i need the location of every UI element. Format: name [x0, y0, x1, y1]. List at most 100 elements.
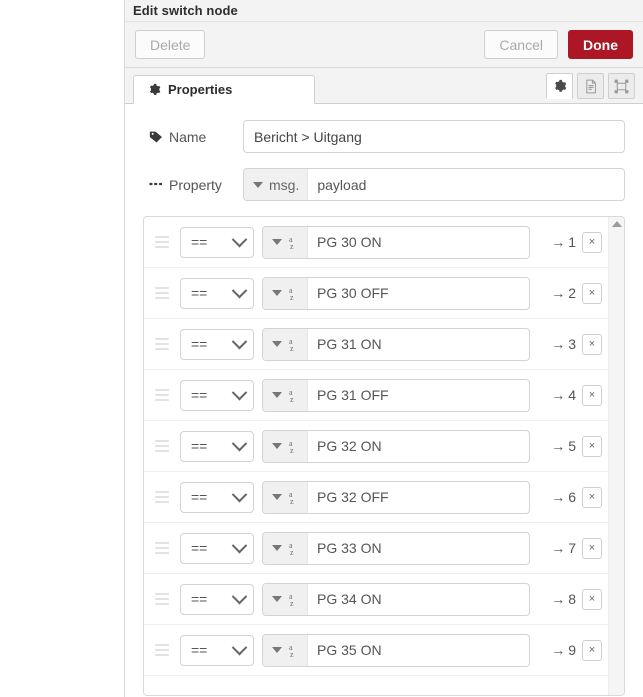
- rule-value-type-selector[interactable]: az: [263, 481, 308, 513]
- rule-value-type-selector[interactable]: az: [263, 430, 308, 462]
- chevron-down-icon: [272, 443, 282, 449]
- rule-operator-select[interactable]: ==: [180, 583, 254, 615]
- chevron-down-icon: [231, 435, 248, 451]
- string-az-icon: az: [289, 540, 294, 557]
- rule-value-typed-input[interactable]: a z PG 30 ON: [262, 225, 530, 259]
- rule-value-type-selector[interactable]: az: [263, 379, 308, 411]
- rule-value-typed-input[interactable]: a z PG 31 OFF: [262, 378, 530, 412]
- property-label: Property: [143, 177, 243, 193]
- dialog-form-body: Name Property: [125, 104, 643, 201]
- scroll-up-arrow-icon[interactable]: [611, 221, 622, 227]
- property-type-selector[interactable]: msg.: [244, 169, 309, 200]
- rule-delete-button[interactable]: ×: [582, 231, 602, 253]
- chevron-down-icon: [231, 282, 248, 298]
- rule-drag-handle[interactable]: [152, 491, 174, 503]
- string-az-icon: az: [289, 591, 294, 608]
- rule-row: == a z PG 31 OFF → 4 ×: [144, 370, 608, 421]
- rule-row: == a z PG 35 ON → 9 ×: [144, 625, 608, 676]
- rule-value-text[interactable]: PG 35 ON: [308, 635, 529, 666]
- rule-value-type-selector[interactable]: az: [263, 583, 308, 615]
- dialog-titlebar: Edit switch node: [125, 0, 643, 22]
- rule-operator-select[interactable]: ==: [180, 226, 254, 258]
- rule-value-typed-input[interactable]: a z PG 32 ON: [262, 429, 530, 463]
- rule-operator-label: ==: [191, 540, 208, 556]
- rule-output: → 8: [530, 591, 582, 607]
- rule-value-typed-input[interactable]: a z PG 34 ON: [262, 582, 530, 616]
- rule-operator-label: ==: [191, 591, 208, 607]
- rule-value-text[interactable]: PG 30 OFF: [308, 278, 529, 309]
- rule-drag-handle[interactable]: [152, 287, 174, 299]
- rule-drag-handle[interactable]: [152, 440, 174, 452]
- rule-value-type-selector[interactable]: az: [263, 277, 308, 309]
- form-row-property: Property msg. payload: [143, 168, 625, 201]
- arrow-right-icon: →: [551, 438, 566, 454]
- rule-operator-select[interactable]: ==: [180, 328, 254, 360]
- rule-operator-label: ==: [191, 438, 208, 454]
- rule-value-type-selector[interactable]: az: [263, 532, 308, 564]
- rule-delete-button[interactable]: ×: [582, 333, 602, 355]
- string-az-icon: az: [289, 387, 294, 404]
- form-row-name: Name: [143, 120, 625, 153]
- done-button[interactable]: Done: [568, 30, 633, 59]
- rule-value-text[interactable]: PG 31 OFF: [308, 380, 529, 411]
- chevron-down-icon: [231, 486, 248, 502]
- chevron-down-icon: [272, 647, 282, 653]
- rule-delete-button[interactable]: ×: [582, 486, 602, 508]
- rule-output: → 3: [530, 336, 582, 352]
- rule-drag-handle[interactable]: [152, 542, 174, 554]
- rule-value-text[interactable]: PG 32 OFF: [308, 482, 529, 513]
- rule-value-text[interactable]: PG 31 ON: [308, 329, 529, 360]
- rule-delete-button[interactable]: ×: [582, 588, 602, 610]
- rule-drag-handle[interactable]: [152, 593, 174, 605]
- rule-drag-handle[interactable]: [152, 236, 174, 248]
- rule-output-number: 9: [568, 642, 576, 658]
- rule-value-text[interactable]: PG 32 ON: [308, 431, 529, 462]
- string-az-icon: az: [289, 285, 294, 302]
- rule-value-type-selector[interactable]: az: [263, 634, 308, 666]
- rule-output-number: 3: [568, 336, 576, 352]
- rule-output-number: 7: [568, 540, 576, 556]
- name-input[interactable]: [243, 120, 625, 153]
- rule-drag-handle[interactable]: [152, 644, 174, 656]
- arrow-right-icon: →: [551, 540, 566, 556]
- tab-properties[interactable]: Properties: [133, 75, 315, 104]
- rule-value-typed-input[interactable]: a z PG 33 ON: [262, 531, 530, 565]
- gear-icon-button[interactable]: [546, 73, 573, 99]
- rule-value-text[interactable]: PG 34 ON: [308, 584, 529, 615]
- rule-operator-select[interactable]: ==: [180, 277, 254, 309]
- rules-scrollbar[interactable]: [608, 217, 624, 695]
- rule-operator-select[interactable]: ==: [180, 532, 254, 564]
- appearance-icon-button[interactable]: [608, 73, 635, 99]
- rule-delete-button[interactable]: ×: [582, 639, 602, 661]
- rule-delete-button[interactable]: ×: [582, 435, 602, 457]
- rule-value-text[interactable]: PG 33 ON: [308, 533, 529, 564]
- property-value[interactable]: payload: [308, 169, 624, 200]
- edit-switch-node-dialog: Edit switch node Delete Cancel Done Prop…: [124, 0, 643, 697]
- rule-value-typed-input[interactable]: a z PG 35 ON: [262, 633, 530, 667]
- rule-value-text[interactable]: PG 30 ON: [308, 227, 529, 258]
- chevron-down-icon: [272, 392, 282, 398]
- rule-value-typed-input[interactable]: a z PG 32 OFF: [262, 480, 530, 514]
- chevron-down-icon: [231, 537, 248, 553]
- rule-delete-button[interactable]: ×: [582, 384, 602, 406]
- rule-value-type-selector[interactable]: az: [263, 226, 308, 258]
- delete-button[interactable]: Delete: [135, 30, 206, 59]
- rule-operator-select[interactable]: ==: [180, 430, 254, 462]
- rule-value-typed-input[interactable]: a z PG 31 ON: [262, 327, 530, 361]
- property-typed-input[interactable]: msg. payload: [243, 168, 625, 201]
- cancel-button[interactable]: Cancel: [484, 30, 558, 59]
- rule-value-type-selector[interactable]: az: [263, 328, 308, 360]
- arrow-right-icon: →: [551, 285, 566, 301]
- rule-operator-select[interactable]: ==: [180, 634, 254, 666]
- rule-delete-button[interactable]: ×: [582, 537, 602, 559]
- name-label: Name: [143, 129, 243, 145]
- rule-operator-select[interactable]: ==: [180, 481, 254, 513]
- rule-drag-handle[interactable]: [152, 338, 174, 350]
- string-az-icon: az: [289, 336, 294, 353]
- rule-drag-handle[interactable]: [152, 389, 174, 401]
- chevron-down-icon: [231, 588, 248, 604]
- rule-operator-select[interactable]: ==: [180, 379, 254, 411]
- description-icon-button[interactable]: [577, 73, 604, 99]
- rule-delete-button[interactable]: ×: [582, 282, 602, 304]
- rule-value-typed-input[interactable]: a z PG 30 OFF: [262, 276, 530, 310]
